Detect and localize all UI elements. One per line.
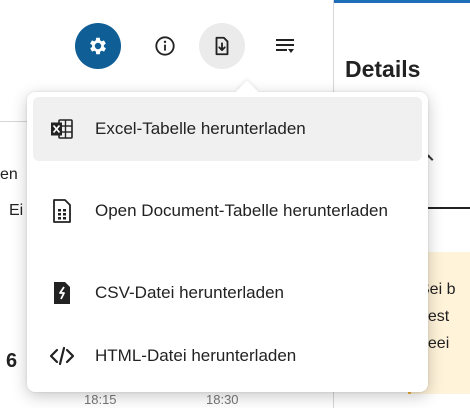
spreadsheet-document-icon: [49, 198, 75, 224]
background-number-fragment: 6: [6, 350, 18, 372]
background-text-fragment: en: [0, 166, 18, 183]
download-button[interactable]: [199, 23, 245, 69]
menu-item-csv[interactable]: CSV-Datei herunterladen: [33, 262, 422, 324]
menu-item-label: Excel-Tabelle herunterladen: [95, 119, 306, 138]
filter-button[interactable]: [262, 23, 308, 69]
time-label: 18:15: [84, 392, 117, 407]
background-text-fragment: Ei: [9, 202, 24, 219]
menu-item-excel[interactable]: Excel-Tabelle herunterladen: [33, 97, 422, 161]
menu-item-label: CSV-Datei herunterladen: [95, 283, 285, 302]
csv-file-icon: [49, 280, 75, 306]
info-button[interactable]: [142, 23, 188, 69]
download-menu: Excel-Tabelle herunterladen Open Documen…: [27, 80, 428, 392]
settings-button[interactable]: [75, 23, 121, 69]
gear-icon: [90, 37, 106, 55]
file-download-icon: [215, 36, 229, 56]
menu-item-html[interactable]: HTML-Datei herunterladen: [33, 325, 422, 387]
menu-item-label: HTML-Datei herunterladen: [95, 346, 297, 365]
code-icon: [49, 343, 75, 369]
details-title: Details: [345, 56, 421, 82]
excel-icon: [49, 116, 75, 142]
info-icon: [155, 36, 175, 56]
menu-item-open-document[interactable]: Open Document-Tabelle herunterladen: [33, 164, 422, 258]
menu-item-label: Open Document-Tabelle herunterladen: [95, 201, 388, 220]
filter-lines-icon: [276, 39, 294, 53]
time-label: 18:30: [206, 392, 239, 407]
